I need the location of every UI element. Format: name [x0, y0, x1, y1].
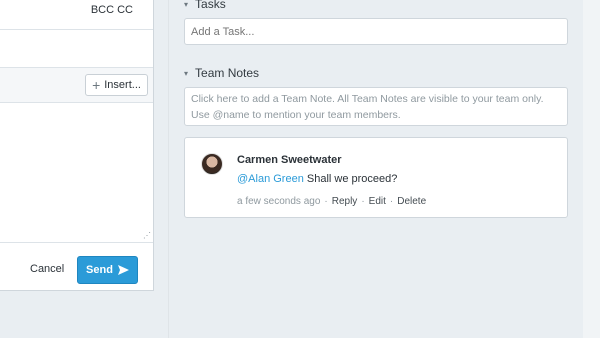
note-meta: a few seconds ago · Reply · Edit · Delet…	[237, 196, 426, 207]
avatar	[201, 153, 223, 175]
note-timestamp: a few seconds ago	[237, 196, 321, 207]
plus-icon: +	[92, 77, 101, 93]
right-scroll-strip	[583, 0, 600, 338]
note-author: Carmen Sweetwater	[237, 154, 342, 166]
send-button[interactable]: Send	[77, 256, 138, 284]
meta-separator: ·	[361, 196, 365, 207]
mention-link[interactable]: @Alan Green	[237, 173, 304, 185]
team-note-input[interactable]: Click here to add a Team Note. All Team …	[184, 87, 568, 126]
note-message: @Alan Green Shall we proceed?	[237, 173, 397, 185]
cancel-button[interactable]: Cancel	[30, 263, 64, 275]
paper-plane-icon	[117, 265, 129, 275]
delete-link[interactable]: Delete	[397, 196, 426, 207]
editor-toolbar: + Insert...	[0, 68, 153, 103]
insert-label: Insert...	[104, 79, 141, 91]
tasks-header[interactable]: ▾ Tasks	[184, 0, 226, 11]
meta-separator: ·	[389, 196, 394, 207]
resize-grip-icon[interactable]: ⋰	[143, 231, 151, 240]
team-notes-title: Team Notes	[195, 66, 260, 80]
insert-button[interactable]: + Insert...	[85, 74, 148, 96]
reply-link[interactable]: Reply	[332, 196, 358, 207]
team-notes-header[interactable]: ▾ Team Notes	[184, 66, 259, 80]
edit-link[interactable]: Edit	[369, 196, 386, 207]
add-task-input[interactable]	[184, 18, 568, 45]
bcc-cc-toggle[interactable]: BCC CC	[91, 4, 133, 16]
note-text: Shall we proceed?	[303, 173, 398, 185]
meta-separator: ·	[324, 196, 328, 207]
tasks-title: Tasks	[195, 0, 226, 11]
compose-panel: BCC CC + Insert... ⋰ Cancel Send	[0, 0, 154, 291]
send-label: Send	[86, 264, 113, 276]
panel-divider	[168, 0, 169, 338]
team-note-card: Carmen Sweetwater @Alan Green Shall we p…	[184, 137, 568, 218]
chevron-down-icon: ▾	[184, 0, 189, 9]
chevron-down-icon: ▾	[184, 68, 189, 78]
subject-row[interactable]	[0, 30, 153, 68]
bcc-row: BCC CC	[0, 0, 153, 30]
message-body-editor[interactable]: ⋰	[0, 103, 153, 243]
